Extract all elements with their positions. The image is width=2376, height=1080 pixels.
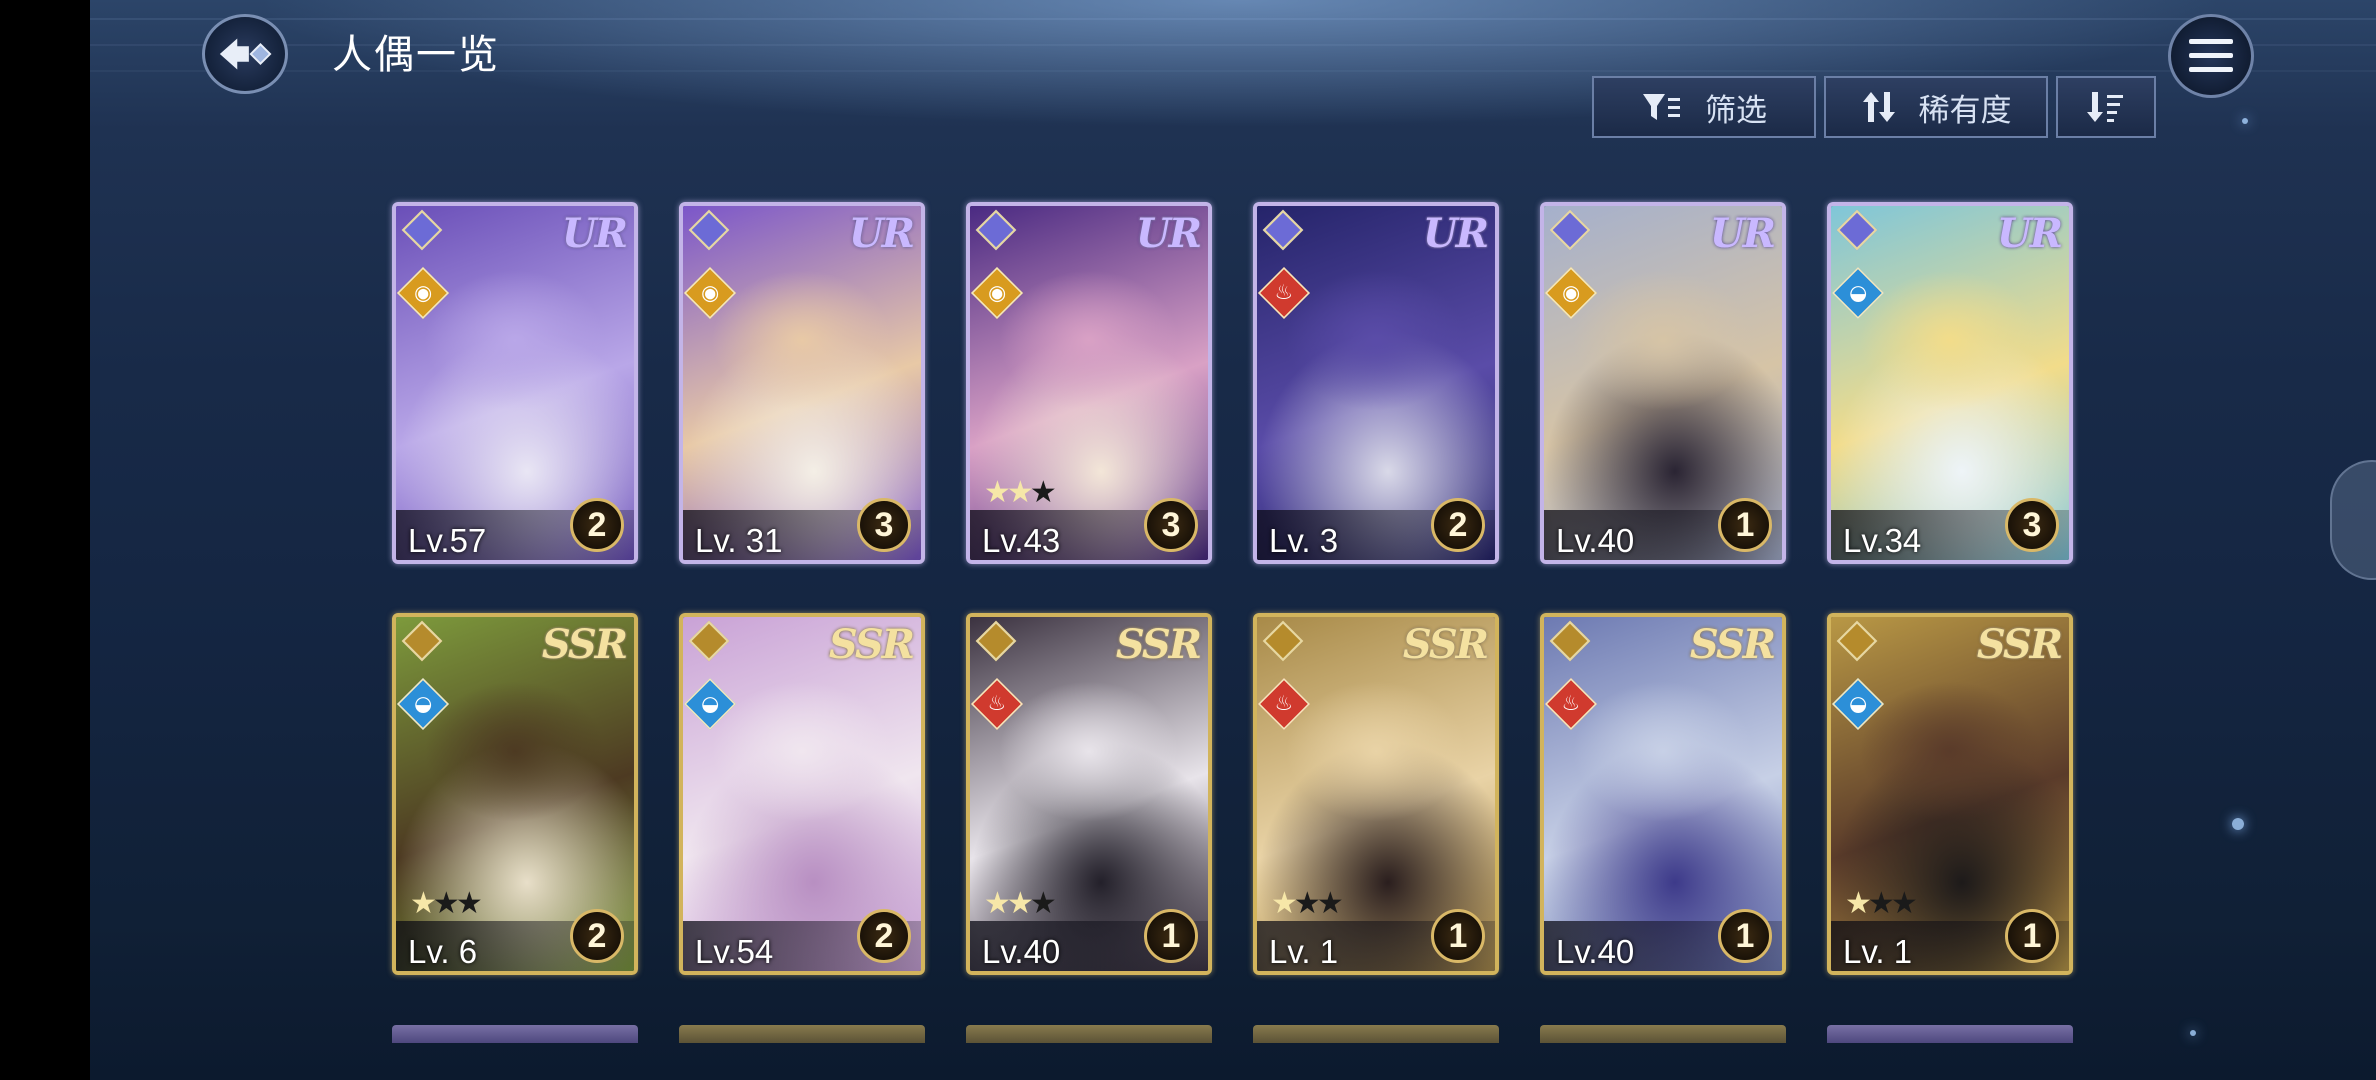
doll-card[interactable]: UR ◒ Lv.34 3 [1827, 202, 2073, 564]
rarity-badge: SSR [1689, 621, 1776, 668]
back-button[interactable] [202, 14, 288, 94]
next-row-card-peek [1540, 1025, 1786, 1043]
awakening-count-badge: 3 [857, 498, 911, 552]
star-rating: ★★★ [984, 475, 1057, 510]
awakening-count-badge: 2 [1431, 498, 1485, 552]
filter-label: 筛选 [1705, 92, 1767, 129]
rarity-badge: UR [1135, 210, 1202, 257]
sort-rarity-button[interactable]: 稀有度 [1824, 76, 2048, 138]
level-label: Lv.40 [1556, 933, 1635, 970]
star-rating: ★★★ [1845, 886, 1918, 921]
side-drawer-tab[interactable] [2330, 460, 2376, 580]
star-icon: ★ [1029, 475, 1057, 510]
level-label: Lv.57 [408, 522, 487, 559]
water-ripple [90, 18, 2376, 20]
level-label: Lv. 31 [695, 522, 783, 559]
star-rating: ★★★ [1271, 886, 1344, 921]
page-title: 人偶一览 [332, 32, 500, 78]
doll-card[interactable]: SSR ◒ ★★★ Lv. 62 [392, 613, 638, 975]
star-icon: ★ [1029, 886, 1057, 921]
next-row-card-peek [392, 1025, 638, 1043]
star-icon: ★ [1316, 886, 1344, 921]
rarity-badge: SSR [1115, 621, 1202, 668]
star-icon: ★ [1006, 475, 1034, 510]
rarity-badge: UR [561, 210, 628, 257]
next-row-card-peek [679, 1025, 925, 1043]
doll-card[interactable]: UR ◉ Lv.57 2 [392, 202, 638, 564]
level-label: Lv.43 [982, 522, 1061, 559]
rarity-badge: SSR [1976, 621, 2063, 668]
menu-button[interactable] [2168, 14, 2254, 98]
awakening-count-badge: 2 [857, 909, 911, 963]
doll-card[interactable]: SSR ◒ Lv.54 2 [679, 613, 925, 975]
awakening-count-badge: 3 [2005, 498, 2059, 552]
awakening-count-badge: 1 [2005, 909, 2059, 963]
star-icon: ★ [1890, 886, 1918, 921]
doll-card[interactable]: UR ◉ ★★★ Lv.43 3 [966, 202, 1212, 564]
star-icon: ★ [1845, 886, 1872, 921]
rarity-badge: SSR [828, 621, 915, 668]
filter-button[interactable]: 筛选 [1592, 76, 1816, 138]
light-particle [2190, 1030, 2196, 1036]
awakening-count-badge: 3 [1144, 498, 1198, 552]
awakening-count-badge: 1 [1144, 909, 1198, 963]
game-screen: 人偶一览 筛选 稀有度 UR ◉ Lv.57 2 UR ◉ Lv. 31 3 U… [90, 0, 2376, 1080]
doll-card[interactable]: UR ◉ Lv.40 1 [1540, 202, 1786, 564]
awakening-count-badge: 2 [570, 498, 624, 552]
level-label: Lv.34 [1843, 522, 1922, 559]
doll-card[interactable]: SSR ♨ Lv.40 1 [1540, 613, 1786, 975]
star-icon: ★ [1293, 886, 1321, 921]
star-icon: ★ [410, 886, 437, 921]
level-label: Lv. 6 [408, 933, 478, 970]
rarity-badge: UR [848, 210, 915, 257]
light-particle [2232, 818, 2244, 830]
level-label: Lv. 3 [1269, 522, 1339, 559]
sort-arrows-icon [1862, 92, 1895, 122]
level-label: Lv.40 [1556, 522, 1635, 559]
sort-order-button[interactable] [2056, 76, 2156, 138]
rarity-badge: UR [1709, 210, 1776, 257]
awakening-count-badge: 1 [1718, 498, 1772, 552]
sort-order-icon [2087, 92, 2123, 122]
awakening-count-badge: 1 [1431, 909, 1485, 963]
rarity-badge: SSR [1402, 621, 1489, 668]
level-label: Lv.40 [982, 933, 1061, 970]
awakening-count-badge: 1 [1718, 909, 1772, 963]
next-row-card-peek [966, 1025, 1212, 1043]
awakening-count-badge: 2 [570, 909, 624, 963]
level-label: Lv. 1 [1269, 933, 1339, 970]
filter-icon [1643, 94, 1680, 120]
star-rating: ★★★ [410, 886, 483, 921]
rarity-badge: UR [1996, 210, 2063, 257]
doll-card[interactable]: SSR ♨ ★★★ Lv. 11 [1253, 613, 1499, 975]
star-icon: ★ [432, 886, 460, 921]
rarity-badge: UR [1422, 210, 1489, 257]
doll-card[interactable]: SSR ♨ ★★★ Lv.40 1 [966, 613, 1212, 975]
star-icon: ★ [1271, 886, 1298, 921]
light-particle [2242, 118, 2248, 124]
doll-card[interactable]: UR ♨ Lv. 32 [1253, 202, 1499, 564]
star-icon: ★ [1006, 886, 1034, 921]
doll-card[interactable]: SSR ◒ ★★★ Lv. 11 [1827, 613, 2073, 975]
rarity-badge: SSR [541, 621, 628, 668]
star-rating: ★★★ [984, 886, 1057, 921]
star-icon: ★ [984, 475, 1011, 510]
level-label: Lv.54 [695, 933, 774, 970]
star-icon: ★ [1867, 886, 1895, 921]
back-arrow-icon [219, 38, 272, 70]
star-icon: ★ [455, 886, 483, 921]
next-row-card-peek [1253, 1025, 1499, 1043]
level-label: Lv. 1 [1843, 933, 1913, 970]
next-row-card-peek [1827, 1025, 2073, 1043]
doll-card[interactable]: UR ◉ Lv. 31 3 [679, 202, 925, 564]
hamburger-menu-icon [2189, 39, 2233, 72]
star-icon: ★ [984, 886, 1011, 921]
sort-label: 稀有度 [1918, 92, 2012, 129]
